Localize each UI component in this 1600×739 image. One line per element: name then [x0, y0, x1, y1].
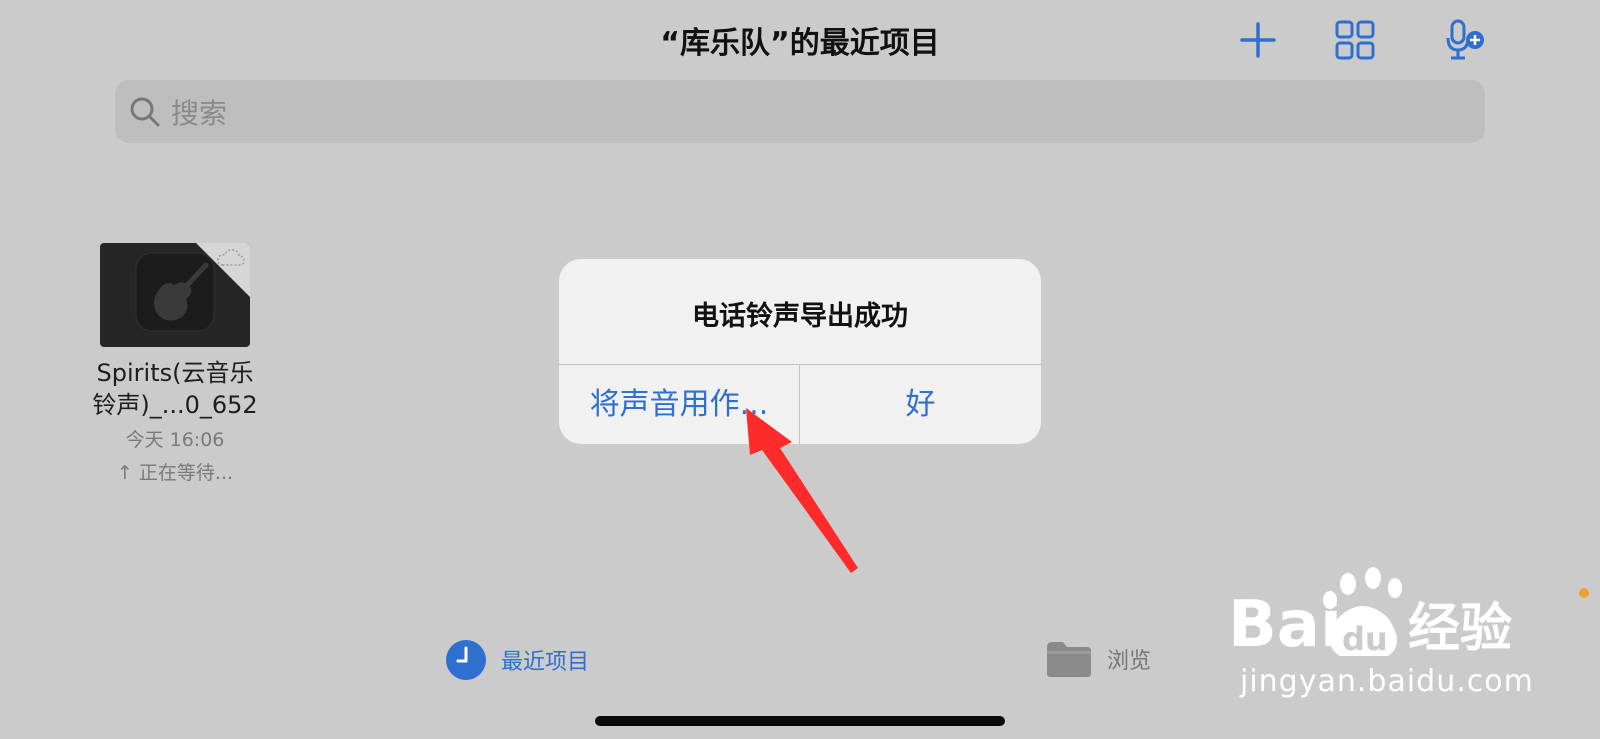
project-name: Spirits(云音乐 铃声)_...0_652 [92, 359, 258, 419]
tab-recent[interactable]: 最近项目 [445, 639, 589, 681]
search-bar[interactable] [115, 80, 1485, 143]
add-button[interactable] [1236, 18, 1280, 62]
home-indicator[interactable] [595, 716, 1005, 726]
microphone-add-icon [1446, 19, 1484, 60]
project-thumbnail[interactable] [100, 243, 250, 347]
project-upload-status: ↑ 正在等待... [116, 462, 234, 484]
project-card[interactable]: Spirits(云音乐 铃声)_...0_652 今天 16:06 ↑ 正在等待… [80, 243, 270, 485]
clock-icon [446, 640, 486, 680]
search-input[interactable] [169, 90, 1453, 136]
watermark-url: jingyan.baidu.com [1240, 664, 1534, 699]
use-sound-as-button[interactable]: 将声音用作... [559, 365, 799, 444]
watermark-brand-cn: 经验 [1408, 599, 1512, 659]
dialog-title: 电话铃声导出成功 [692, 301, 908, 332]
baidu-paw-icon: Bai du 经验 [1228, 567, 1512, 662]
record-button[interactable] [1446, 18, 1490, 62]
plus-icon [1240, 22, 1276, 58]
project-modified-time: 今天 16:06 [125, 429, 225, 451]
export-success-dialog: 电话铃声导出成功 将声音用作... 好 [559, 259, 1041, 444]
grid-view-icon [1335, 20, 1375, 60]
watermark-du: du [1342, 620, 1388, 658]
search-icon [130, 97, 160, 127]
cloud-icon [217, 249, 245, 266]
orange-dot [1579, 588, 1589, 598]
folder-icon [1047, 642, 1091, 677]
ok-button[interactable]: 好 [800, 365, 1041, 444]
tab-recent-label: 最近项目 [501, 650, 590, 675]
grid-view-button[interactable] [1333, 18, 1377, 62]
tab-browse-label: 浏览 [1107, 649, 1152, 674]
tab-browse[interactable]: 浏览 [1045, 639, 1151, 679]
